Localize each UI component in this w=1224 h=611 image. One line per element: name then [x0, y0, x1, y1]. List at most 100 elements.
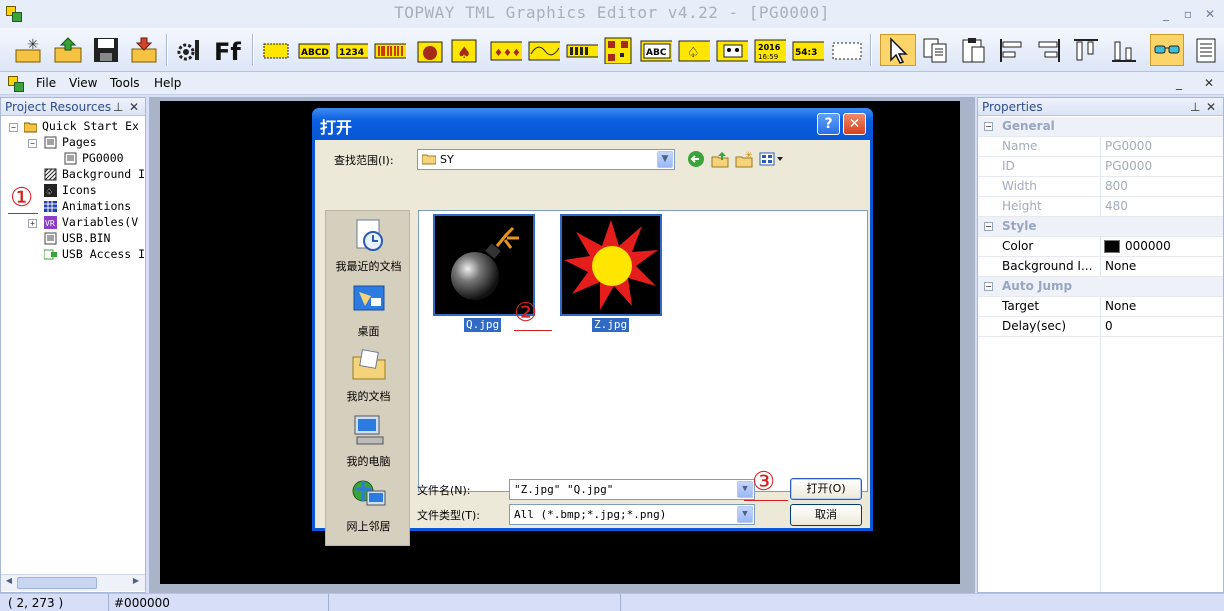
collapse-icon[interactable]: − — [984, 222, 993, 231]
horizontal-scrollbar[interactable]: ◀ ▶ — [1, 574, 145, 591]
file-name-q[interactable]: Q.jpg — [464, 318, 502, 332]
close-dialog-button[interactable]: ✕ — [843, 113, 866, 135]
chevron-down-icon[interactable]: ▼ — [737, 481, 753, 498]
prop-row-background-image[interactable]: Background I... None — [978, 257, 1223, 277]
copy-icon[interactable] — [920, 34, 952, 66]
font-icon[interactable]: Ff — [212, 34, 244, 66]
tree-item-project[interactable]: Quick Start Ex — [24, 118, 139, 134]
progress-icon[interactable] — [566, 34, 598, 66]
prop-row-id[interactable]: ID PG0000 — [978, 157, 1223, 177]
filetype-select[interactable]: All (*.bmp;*.jpg;*.png) ▼ — [509, 504, 755, 525]
prop-row-width[interactable]: Width 800 — [978, 177, 1223, 197]
prop-row-name[interactable]: Name PG0000 — [978, 137, 1223, 157]
save-icon[interactable] — [90, 34, 122, 66]
prop-row-target[interactable]: Target None — [978, 297, 1223, 317]
align-right-icon[interactable] — [1032, 34, 1064, 66]
rectangle-icon[interactable] — [260, 34, 292, 66]
align-left-icon[interactable] — [996, 34, 1028, 66]
back-icon[interactable] — [687, 150, 705, 168]
tree-item-pages[interactable]: Pages — [44, 134, 97, 150]
align-top-icon[interactable] — [1070, 34, 1102, 66]
category-style[interactable]: − Style — [978, 217, 1223, 237]
lookin-combo[interactable]: SY ▼ — [417, 149, 675, 170]
tree-item-icons[interactable]: ♤ Icons — [44, 182, 97, 198]
notes-icon[interactable] — [1190, 34, 1222, 66]
open-button[interactable]: 打开(O) — [790, 478, 862, 500]
place-recent[interactable]: 我最近的文档 — [326, 217, 411, 274]
place-my-documents[interactable]: 我的文档 — [326, 347, 411, 404]
menu-view[interactable]: View — [69, 76, 97, 90]
chevron-down-icon[interactable]: ▼ — [657, 151, 673, 168]
mdi-minimize-button[interactable]: _ — [1176, 76, 1182, 90]
menu-help[interactable]: Help — [154, 76, 181, 90]
robot-icon[interactable] — [716, 34, 748, 66]
file-thumbnail-z[interactable] — [560, 214, 662, 316]
frame-icon[interactable] — [830, 34, 862, 66]
barcode-icon[interactable] — [374, 34, 406, 66]
restore-button[interactable]: ▫ — [1180, 6, 1196, 22]
qrcode-icon[interactable] — [602, 34, 634, 66]
gauge-icon[interactable]: ♦♦♦ — [490, 34, 522, 66]
bomb-icon[interactable] — [414, 34, 446, 66]
wave-icon[interactable] — [528, 34, 560, 66]
settings-icon[interactable] — [172, 34, 204, 66]
collapse-icon[interactable]: − — [984, 282, 993, 291]
tree-item-animations[interactable]: Animations — [44, 198, 131, 214]
tree-item-usb-access[interactable]: USB Access I — [44, 246, 145, 262]
close-icon[interactable]: ✕ — [129, 98, 139, 116]
number-1234-icon[interactable]: 1234 — [336, 34, 368, 66]
tree-item-background[interactable]: Background I — [44, 166, 145, 182]
paste-icon[interactable] — [958, 34, 990, 66]
tree-item-usb-bin[interactable]: USB.BIN — [44, 230, 110, 246]
pin-icon[interactable]: ⊥ — [113, 98, 123, 116]
svg-text:54:3: 54:3 — [795, 48, 817, 58]
category-auto-jump[interactable]: − Auto Jump — [978, 277, 1223, 297]
minimize-button[interactable]: _ — [1158, 6, 1174, 22]
spade-icon[interactable]: ♠ — [448, 34, 480, 66]
icon-button-icon[interactable]: ♤ — [678, 34, 710, 66]
filename-input[interactable]: "Z.jpg" "Q.jpg" ▼ — [509, 479, 755, 500]
close-icon[interactable]: ✕ — [1206, 98, 1216, 116]
filetype-value: All (*.bmp;*.jpg;*.png) — [514, 508, 667, 521]
tree-item-pg0000[interactable]: PG0000 — [64, 150, 124, 166]
time-icon[interactable]: 54:3 — [792, 34, 824, 66]
place-my-computer[interactable]: 我的电脑 — [326, 412, 411, 469]
open-project-icon[interactable] — [52, 34, 84, 66]
expander-icon[interactable]: + — [28, 219, 37, 228]
prop-row-height[interactable]: Height 480 — [978, 197, 1223, 217]
place-desktop[interactable]: 桌面 — [326, 282, 411, 339]
mdi-close-button[interactable]: ✕ — [1204, 76, 1214, 90]
filetype-label: 文件类型(T): — [417, 509, 481, 522]
help-button[interactable]: ? — [817, 113, 840, 135]
category-general[interactable]: − General — [978, 117, 1223, 137]
pin-icon[interactable]: ⊥ — [1190, 98, 1200, 116]
date-icon[interactable]: 2016 16:59 — [754, 34, 786, 66]
text-abcd-icon[interactable]: ABCD — [298, 34, 330, 66]
abc-button-icon[interactable]: ABC — [640, 34, 672, 66]
chevron-down-icon[interactable]: ▼ — [737, 506, 753, 523]
prop-value: 800 — [1105, 179, 1128, 193]
prop-row-color[interactable]: Color 000000 — [978, 237, 1223, 257]
cancel-button[interactable]: 取消 — [790, 504, 862, 526]
align-bottom-icon[interactable] — [1108, 34, 1140, 66]
expander-icon[interactable]: − — [9, 123, 18, 132]
menu-tools[interactable]: Tools — [110, 76, 140, 90]
tree-item-variables[interactable]: VR Variables(V — [44, 214, 138, 230]
menu-file[interactable]: File — [36, 76, 56, 90]
view-menu-icon[interactable] — [759, 150, 785, 168]
new-project-icon[interactable]: ✳ — [12, 34, 44, 66]
color-swatch[interactable] — [1104, 240, 1120, 253]
expander-icon[interactable]: − — [28, 139, 37, 148]
preview-glasses-icon[interactable] — [1150, 34, 1184, 66]
prop-row-delay[interactable]: Delay(sec) 0 — [978, 317, 1223, 337]
status-bar: ( 2, 273 ) #000000 — [0, 593, 1224, 611]
place-network[interactable]: 网上邻居 — [326, 477, 411, 534]
close-window-button[interactable]: ✕ — [1202, 6, 1218, 22]
import-icon[interactable] — [128, 34, 160, 66]
file-list[interactable]: Q.jpg Z.jpg — [418, 210, 868, 492]
select-arrow-icon[interactable] — [880, 34, 916, 66]
file-name-z[interactable]: Z.jpg — [592, 318, 630, 332]
collapse-icon[interactable]: − — [984, 122, 993, 131]
up-folder-icon[interactable] — [711, 150, 729, 168]
new-folder-icon[interactable]: ✳ — [735, 150, 753, 168]
